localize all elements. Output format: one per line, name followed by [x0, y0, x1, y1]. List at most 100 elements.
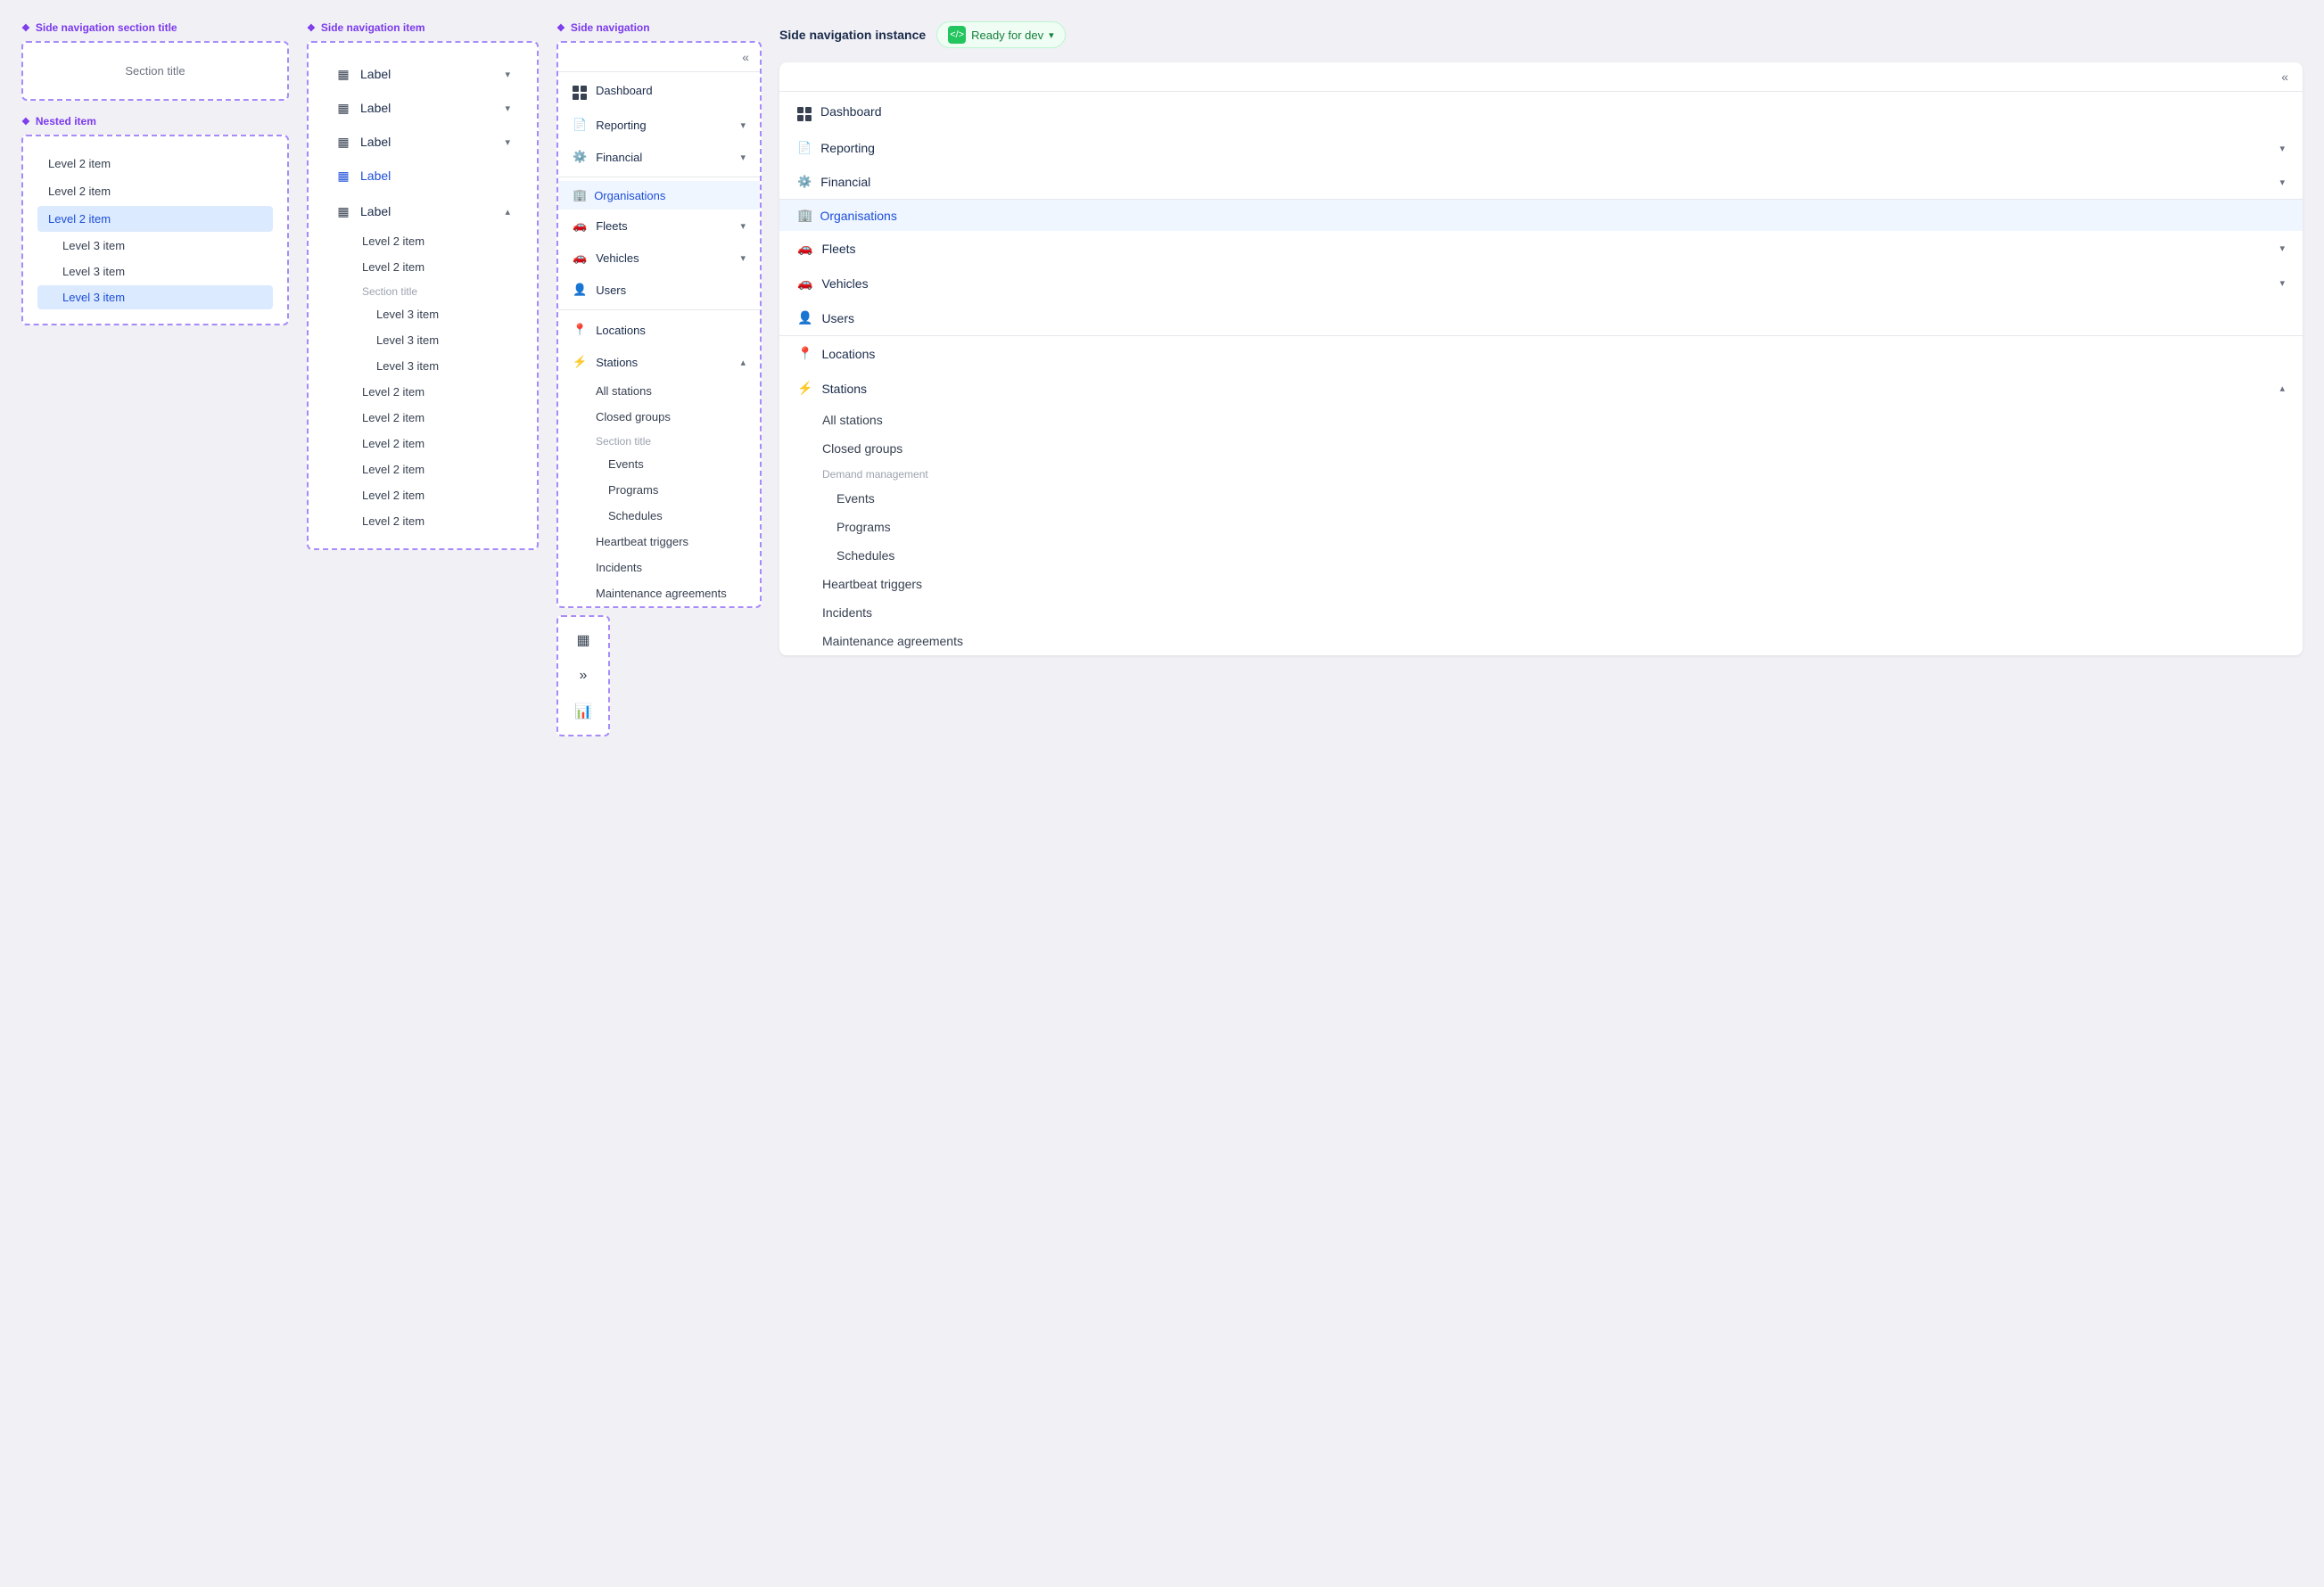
col1: Side navigation section title Section ti… — [21, 21, 289, 340]
mini-dashboard-item[interactable]: ▦ — [565, 624, 601, 656]
vehicles-nav-item[interactable]: 🚗 Vehicles ▾ — [779, 266, 2303, 300]
list-item[interactable]: ▦ Label — [323, 159, 523, 194]
list-item[interactable]: Level 3 item — [323, 353, 523, 379]
reporting-nav-item[interactable]: 📄 Reporting ▾ — [779, 131, 2303, 165]
reporting-icon: 📄 — [797, 141, 812, 155]
instance-title: Side navigation instance — [779, 28, 926, 42]
heartbeat-item[interactable]: Heartbeat triggers — [779, 570, 2303, 598]
org-icon: 🏢 — [573, 188, 587, 202]
ready-badge[interactable]: </> Ready for dev ▾ — [936, 21, 1065, 48]
heartbeat-item[interactable]: Heartbeat triggers — [558, 529, 760, 555]
chevron-down-icon: ▾ — [740, 220, 746, 232]
chevron-up-icon: ▴ — [740, 357, 746, 368]
all-stations-item[interactable]: All stations — [779, 406, 2303, 434]
mini-report-item[interactable]: 📊 — [565, 695, 601, 728]
side-nav-inner: « Dashboard 📄 Repor — [558, 43, 760, 606]
chevron-down-icon: ▾ — [2279, 243, 2285, 254]
badge-label: Ready for dev — [971, 29, 1043, 42]
fleets-nav-item[interactable]: 🚗 Fleets ▾ — [558, 210, 760, 242]
list-item[interactable]: Level 3 item — [37, 234, 273, 258]
list-item[interactable]: Level 2 item — [323, 456, 523, 482]
mini-nav-box: ▦ » 📊 — [556, 615, 610, 736]
list-item[interactable]: Level 3 item — [323, 301, 523, 327]
closed-groups-item[interactable]: Closed groups — [779, 434, 2303, 463]
collapse-icon[interactable]: « — [2281, 70, 2288, 84]
fleets-nav-item[interactable]: 🚗 Fleets ▾ — [779, 231, 2303, 266]
nav-item-box: ▦ Label ▾ ▦ Label ▾ ▦ Label ▾ — [307, 41, 539, 550]
organisations-section[interactable]: 🏢 Organisations — [779, 200, 2303, 231]
stations-nav-item[interactable]: ⚡ Stations ▴ — [779, 371, 2303, 406]
list-item[interactable]: Level 2 item — [323, 431, 523, 456]
incidents-item[interactable]: Incidents — [558, 555, 760, 580]
fleets-icon: 🚗 — [573, 218, 587, 233]
maintenance-item[interactable]: Maintenance agreements — [779, 627, 2303, 655]
section-title-text: Section title — [37, 57, 273, 85]
collapse-section: « — [558, 43, 760, 72]
list-item[interactable]: Level 2 item — [37, 151, 273, 177]
list-item-active[interactable]: Level 2 item — [37, 206, 273, 232]
users-nav-item[interactable]: 👤 Users — [558, 274, 760, 306]
list-item[interactable]: Level 2 item — [323, 482, 523, 508]
events-item[interactable]: Events — [779, 484, 2303, 513]
mini-grid-icon: ▦ — [576, 631, 589, 649]
list-item[interactable]: Level 3 item — [37, 259, 273, 284]
col2: Side navigation item ▦ Label ▾ ▦ Label ▾ — [307, 21, 539, 564]
list-item[interactable]: Level 2 item — [323, 405, 523, 431]
mini-expand-item[interactable]: » — [565, 660, 601, 692]
vehicles-nav-item[interactable]: 🚗 Vehicles ▾ — [558, 242, 760, 274]
list-item[interactable]: Level 2 item — [37, 178, 273, 204]
financial-icon: ⚙️ — [573, 150, 587, 164]
programs-item[interactable]: Programs — [558, 477, 760, 503]
locations-nav-item[interactable]: 📍 Locations — [779, 336, 2303, 371]
vehicles-icon: 🚗 — [573, 251, 587, 265]
all-stations-item[interactable]: All stations — [558, 378, 760, 404]
users-nav-item[interactable]: 👤 Users — [779, 300, 2303, 335]
chevron-down-icon: ▾ — [740, 119, 746, 131]
list-item[interactable]: ▦ Label ▾ — [323, 125, 523, 159]
list-item[interactable]: Level 2 item — [323, 228, 523, 254]
dashboard-nav-item[interactable]: Dashboard — [779, 92, 2303, 131]
collapse-section: « — [779, 62, 2303, 92]
maintenance-item[interactable]: Maintenance agreements — [558, 580, 760, 606]
users-icon: 👤 — [573, 283, 587, 297]
col3: Side navigation « Dashboard — [556, 21, 762, 736]
programs-item[interactable]: Programs — [779, 513, 2303, 541]
location-icon: 📍 — [797, 346, 812, 361]
financial-nav-item[interactable]: ⚙️ Financial ▾ — [779, 165, 2303, 199]
closed-groups-item[interactable]: Closed groups — [558, 404, 760, 430]
dashboard-nav-item[interactable]: Dashboard — [558, 72, 760, 109]
code-icon: </> — [948, 26, 966, 44]
vehicles-icon: 🚗 — [797, 275, 812, 291]
list-item[interactable]: Level 3 item — [323, 327, 523, 353]
financial-icon: ⚙️ — [797, 175, 812, 189]
list-item[interactable]: Level 2 item — [323, 508, 523, 534]
stations-icon: ⚡ — [573, 355, 587, 369]
organisations-section[interactable]: 🏢 Organisations — [558, 181, 760, 210]
chevron-down-icon: ▾ — [505, 103, 510, 114]
divider — [558, 309, 760, 310]
locations-nav-item[interactable]: 📍 Locations — [558, 314, 760, 346]
list-item[interactable]: ▦ Label ▾ — [323, 91, 523, 125]
stations-icon: ⚡ — [797, 381, 812, 396]
list-item-active-l3[interactable]: Level 3 item — [37, 285, 273, 309]
grid-icon: ▦ — [335, 134, 351, 150]
stations-nav-item[interactable]: ⚡ Stations ▴ — [558, 346, 760, 378]
chevron-up-icon: ▴ — [2279, 382, 2285, 394]
financial-nav-item[interactable]: ⚙️ Financial ▾ — [558, 141, 760, 173]
grid-icon: ▦ — [335, 66, 351, 82]
incidents-item[interactable]: Incidents — [779, 598, 2303, 627]
list-item[interactable]: ▦ Label ▴ — [323, 194, 523, 228]
col4: Side navigation instance </> Ready for d… — [779, 21, 2303, 655]
chevron-down-icon: ▾ — [505, 136, 510, 148]
events-item[interactable]: Events — [558, 451, 760, 477]
collapse-icon[interactable]: « — [742, 50, 749, 64]
reporting-nav-item[interactable]: 📄 Reporting ▾ — [558, 109, 760, 141]
mini-report-icon: 📊 — [574, 703, 592, 720]
schedules-item[interactable]: Schedules — [779, 541, 2303, 570]
list-item[interactable]: Level 2 item — [323, 379, 523, 405]
nested-item-box: Level 2 item Level 2 item Level 2 item L… — [21, 135, 289, 325]
schedules-item[interactable]: Schedules — [558, 503, 760, 529]
list-item[interactable]: ▦ Label ▾ — [323, 57, 523, 91]
list-item[interactable]: Level 2 item — [323, 254, 523, 280]
page-layout: Side navigation section title Section ti… — [21, 21, 2303, 736]
